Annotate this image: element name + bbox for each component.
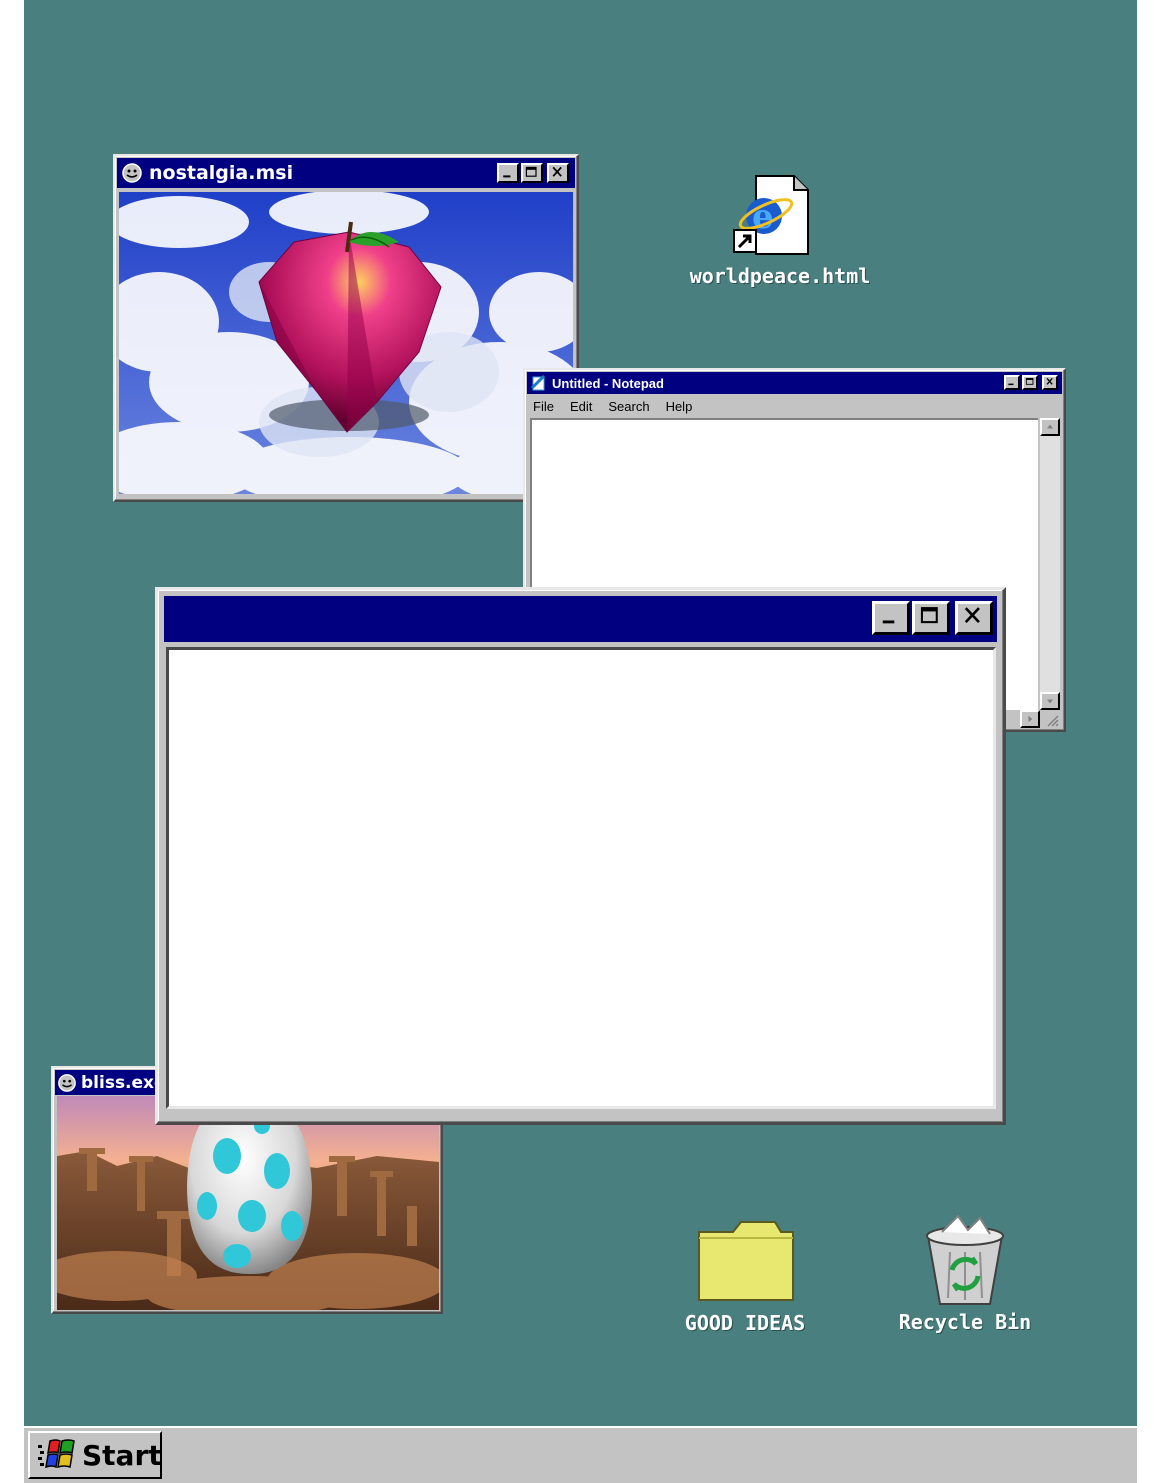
close-icon: [1046, 378, 1053, 385]
blank-titlebar[interactable]: [164, 596, 997, 642]
nostalgia-image: [119, 192, 573, 494]
start-button[interactable]: Start: [28, 1431, 162, 1479]
desktop-icon-label: worldpeace.html: [689, 264, 871, 288]
maximize-button[interactable]: [1022, 375, 1038, 390]
folder-icon: [697, 1220, 795, 1302]
desktop-icon-good-ideas[interactable]: GOOD IDEAS: [670, 1215, 820, 1340]
menu-edit[interactable]: Edit: [570, 399, 592, 414]
blank-window[interactable]: [155, 587, 1006, 1125]
bliss-image: [57, 1096, 439, 1310]
menu-search[interactable]: Search: [608, 399, 649, 414]
arrow-right-icon: [1028, 715, 1033, 723]
maximize-button[interactable]: [912, 601, 950, 635]
minimize-button[interactable]: [497, 163, 519, 183]
desktop-icon-label: GOOD IDEAS: [684, 1311, 806, 1335]
scroll-down-button[interactable]: [1040, 692, 1060, 710]
minimize-icon: [1008, 383, 1014, 386]
close-button[interactable]: [547, 163, 569, 183]
arrow-up-icon: [1046, 424, 1054, 429]
notepad-icon: [530, 374, 548, 392]
desktop-icon-label: Recycle Bin: [898, 1310, 1032, 1334]
minimize-button[interactable]: [872, 601, 910, 635]
window-title: bliss.exe: [81, 1072, 166, 1093]
internet-explorer-shortcut-icon: e: [732, 172, 812, 258]
window-title: Untitled - Notepad: [552, 375, 664, 391]
menu-bar: File Edit Search Help: [533, 396, 708, 416]
minimize-icon: [503, 175, 511, 178]
maximize-icon: [920, 607, 938, 624]
notepad-titlebar[interactable]: Untitled - Notepad: [527, 372, 1062, 394]
minimize-icon: [882, 620, 895, 624]
menu-file[interactable]: File: [533, 399, 554, 414]
start-label: Start: [82, 1438, 162, 1472]
scroll-right-button[interactable]: [1020, 710, 1040, 728]
minimize-button[interactable]: [1004, 375, 1020, 390]
close-icon: [964, 607, 980, 624]
desktop-icon-recycle-bin[interactable]: Recycle Bin: [890, 1210, 1040, 1340]
windows-logo-icon: [36, 1437, 76, 1473]
nostalgia-window[interactable]: nostalgia.msi: [113, 154, 579, 502]
taskbar: Start: [24, 1426, 1137, 1483]
app-smiley-icon: [121, 162, 143, 184]
close-icon: [552, 166, 562, 177]
menu-help[interactable]: Help: [666, 399, 693, 414]
arrow-down-icon: [1046, 699, 1054, 704]
maximize-icon: [1025, 378, 1034, 385]
close-button[interactable]: [1042, 375, 1058, 390]
desktop-icon-worldpeace[interactable]: e worldpeace.html: [680, 170, 880, 300]
resize-grip-icon: [1047, 715, 1059, 727]
resize-grip[interactable]: [1040, 710, 1060, 728]
app-smiley-icon: [57, 1073, 77, 1093]
maximize-button[interactable]: [521, 163, 543, 183]
scroll-up-button[interactable]: [1040, 418, 1060, 436]
recycle-bin-icon: [920, 1212, 1010, 1307]
window-title: nostalgia.msi: [149, 162, 294, 184]
nostalgia-titlebar[interactable]: nostalgia.msi: [117, 158, 575, 188]
vertical-scrollbar[interactable]: [1040, 418, 1060, 710]
blank-content-area[interactable]: [166, 647, 996, 1109]
maximize-icon: [525, 166, 537, 177]
close-button[interactable]: [955, 601, 993, 635]
